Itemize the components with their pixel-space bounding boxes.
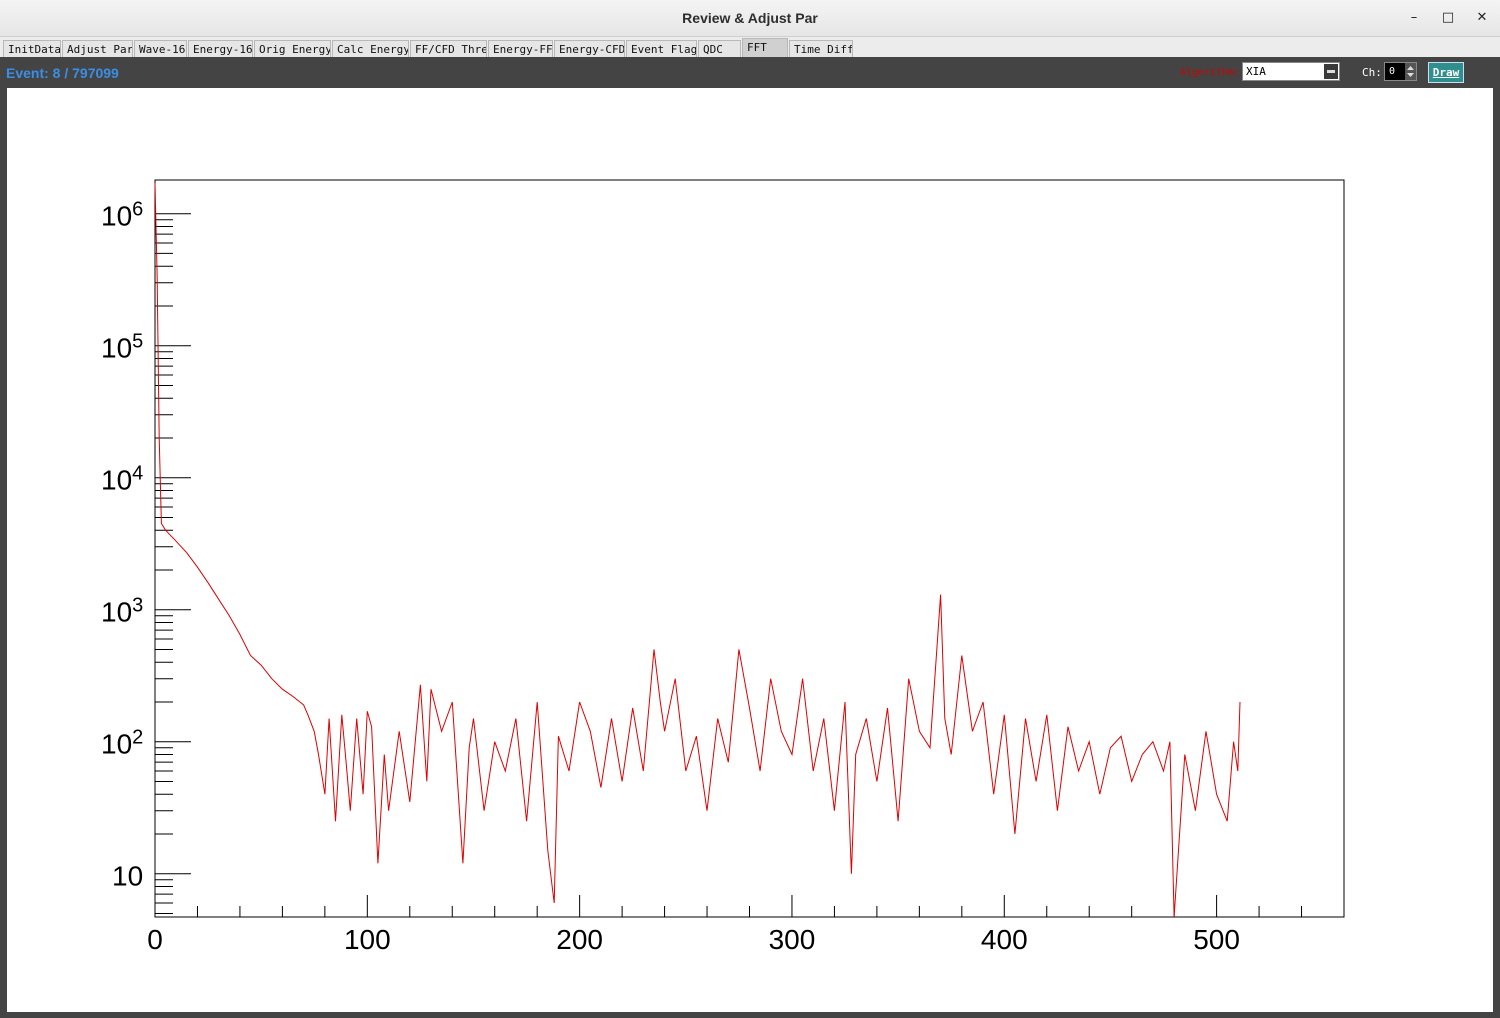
- channel-spinbox[interactable]: 0: [1384, 62, 1417, 81]
- tab-time-diff[interactable]: Time Diff: [789, 40, 853, 57]
- x-tick-label: 500: [1193, 924, 1240, 955]
- tab-initdata[interactable]: InitData: [3, 40, 61, 57]
- tab-energy-ff[interactable]: Energy-FF: [488, 40, 553, 57]
- tab-energy-16[interactable]: Energy-16: [188, 40, 253, 57]
- fft-spectrum-line: [154, 183, 1241, 918]
- tab-adjust-par[interactable]: Adjust Par: [62, 40, 133, 57]
- x-tick-label: 0: [147, 924, 163, 955]
- minimize-icon[interactable]: –: [1404, 8, 1424, 28]
- tab-fft[interactable]: FFT: [742, 38, 788, 57]
- x-tick-label: 100: [344, 924, 391, 955]
- window-title: Review & Adjust Par: [682, 10, 818, 26]
- tab-event-flag[interactable]: Event Flag: [626, 40, 697, 57]
- tab-energy-cfd[interactable]: Energy-CFD: [554, 40, 625, 57]
- channel-value: 0: [1389, 66, 1396, 77]
- tab-qdc[interactable]: QDC: [698, 40, 741, 57]
- y-tick-label: 103: [101, 595, 143, 628]
- plot-canvas[interactable]: 0 100 200 300 400 500 10 102 103 104 105 106: [7, 88, 1493, 1012]
- event-counter: Event: 8 / 797099: [6, 65, 119, 81]
- plot-frame: [154, 179, 1345, 918]
- algorithm-value: XIA: [1246, 65, 1266, 78]
- x-tick-label: 300: [769, 924, 816, 955]
- y-tick-label: 102: [101, 727, 143, 760]
- tab-orig-energy[interactable]: Orig Energy: [254, 40, 331, 57]
- tab-bar: InitData Adjust Par Wave-16 Energy-16 Or…: [0, 38, 1500, 57]
- maximize-icon[interactable]: □: [1438, 8, 1458, 28]
- y-tick-label: 106: [101, 199, 143, 232]
- window-titlebar: Review & Adjust Par – □ ✕: [0, 0, 1500, 37]
- algorithm-label: Algorithm:: [1180, 67, 1241, 78]
- dropdown-arrow-icon[interactable]: [1324, 64, 1338, 79]
- algorithm-select[interactable]: XIA: [1242, 62, 1340, 81]
- fft-chart: 0 100 200 300 400 500 10 102 103 104 105 106: [101, 179, 1345, 955]
- tab-wave-16[interactable]: Wave-16: [134, 40, 187, 57]
- tab-ff-cfd-thre[interactable]: FF/CFD Thre: [410, 40, 487, 57]
- spin-arrows-icon[interactable]: [1405, 63, 1416, 80]
- close-icon[interactable]: ✕: [1472, 8, 1492, 28]
- channel-label: Ch:: [1362, 66, 1382, 79]
- draw-button[interactable]: Draw: [1428, 62, 1464, 83]
- y-tick-label: 104: [101, 463, 143, 496]
- tab-calc-energy[interactable]: Calc Energy: [332, 40, 409, 57]
- y-tick-label: 10: [112, 861, 143, 892]
- y-tick-label: 105: [101, 331, 143, 364]
- x-tick-label: 400: [981, 924, 1028, 955]
- x-tick-label: 200: [556, 924, 603, 955]
